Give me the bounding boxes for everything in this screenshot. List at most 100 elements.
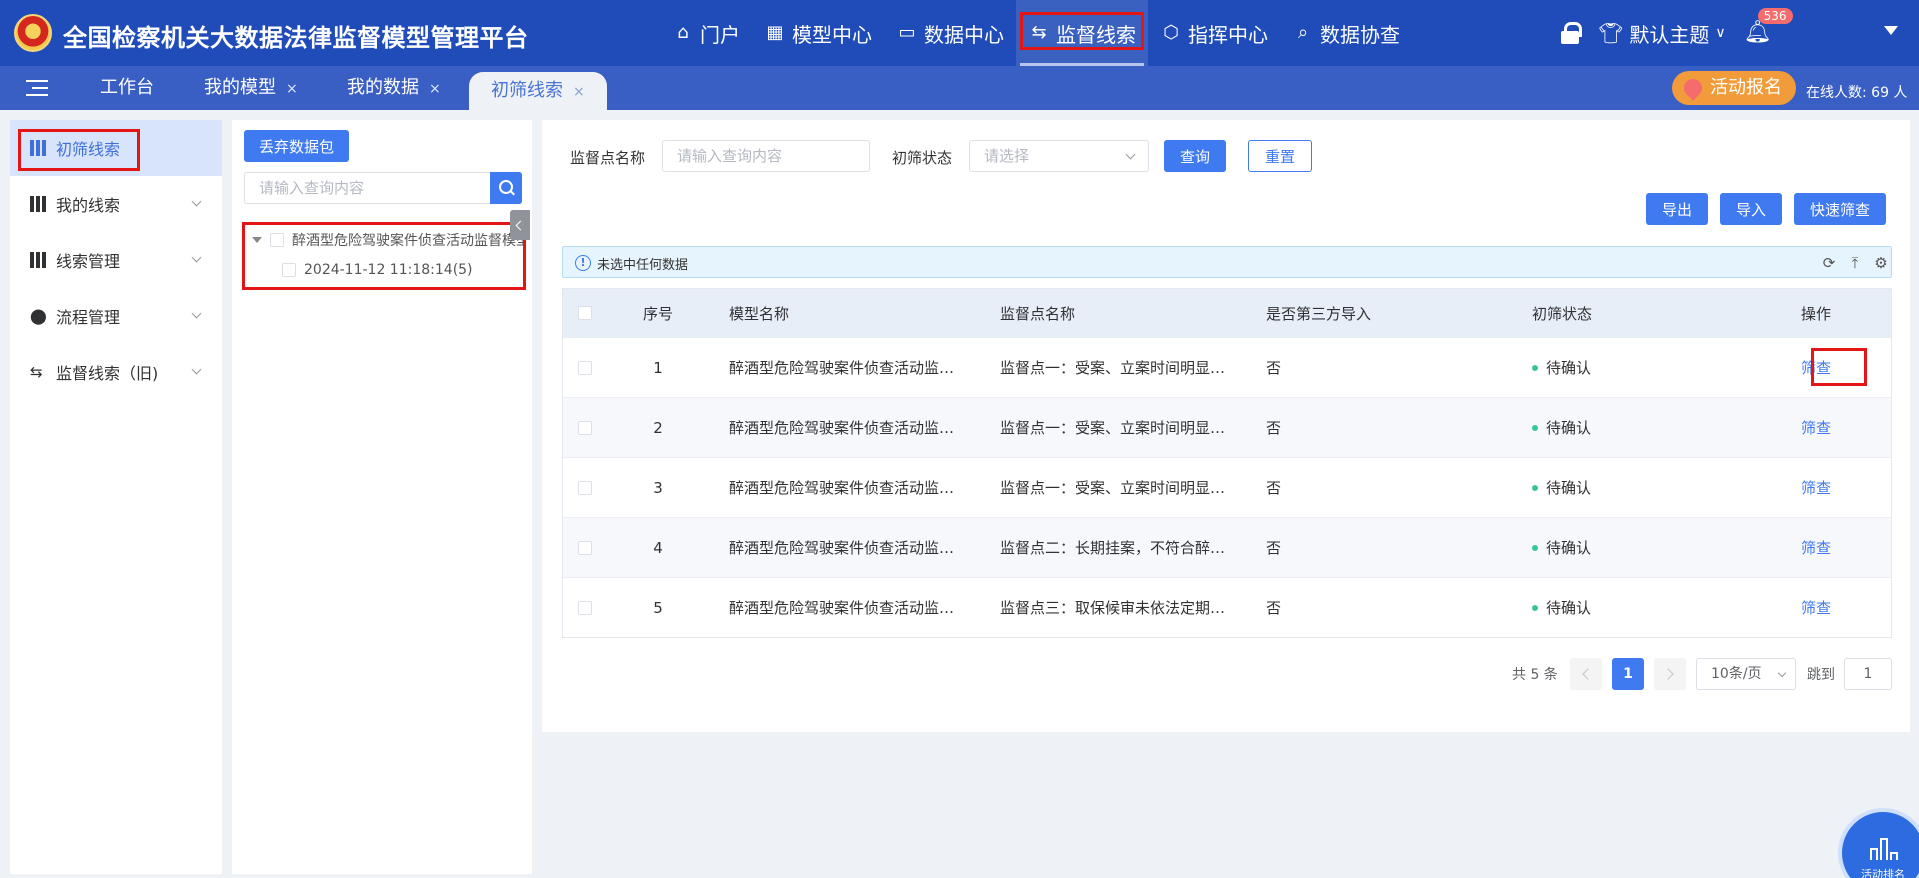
status-dot [1532,364,1538,371]
status-label: 初筛状态 [892,149,953,167]
tree-checkbox[interactable] [282,263,296,277]
emblem-logo [14,14,52,52]
tab-workbench[interactable]: 工作台 [100,66,154,110]
status-dot [1532,604,1538,611]
tree-search-input[interactable] [244,172,490,204]
notification-bell[interactable]: 🔔︎ 536 [1744,8,1793,46]
reset-button[interactable]: 重置 [1248,140,1313,172]
nav-command-center[interactable]: ⬡ 指挥中心 [1148,0,1280,66]
select-all-checkbox[interactable] [578,306,592,320]
sidebar-item-process-management[interactable]: ⬤ 流程管理 [10,288,222,344]
row-status: 待确认 [1532,458,1732,517]
page-1-button[interactable]: 1 [1612,658,1644,690]
lock-icon[interactable] [1560,22,1582,44]
home-icon: ⌂ [677,22,689,43]
gear-icon[interactable]: ⚙ [1873,255,1889,271]
highlight-box [18,129,140,171]
nav-data-center[interactable]: ▭ 数据中心 [884,0,1016,66]
user-menu-caret-icon[interactable] [1884,26,1898,35]
quick-screen-button[interactable]: 快速筛查 [1794,193,1887,225]
sidebar-item-my-clues[interactable]: 我的线索 [10,176,222,232]
point-name-input[interactable] [662,140,870,172]
status-text: 待确认 [1546,419,1592,437]
row-third-party: 否 [1266,359,1282,377]
screen-link[interactable]: 筛查 [1801,477,1831,498]
discard-package-button[interactable]: 丢弃数据包 [244,130,350,162]
page-size-value: 10条/页 [1711,666,1762,682]
row-checkbox[interactable] [578,540,592,555]
sidebar-item-supervision-old[interactable]: ⇆ 监督线索（旧) [10,344,222,400]
status-select[interactable]: 请选择 [969,140,1149,172]
status-text: 待确认 [1546,479,1592,497]
screen-link[interactable]: 筛查 [1801,417,1831,438]
row-checkbox[interactable] [578,360,592,375]
cube-icon: ⬡ [1163,22,1179,43]
row-index: 5 [653,598,663,617]
table-header: 序号 模型名称 监督点名称 是否第三方导入 初筛状态 操作 [563,289,1891,337]
table-row: 4 醉酒型危险驾驶案件侦查活动监… 监督点二：长期挂案，不符合醉… 否 待确认 … [563,517,1891,577]
row-checkbox[interactable] [578,420,592,435]
export-button[interactable]: 导出 [1646,193,1709,225]
activity-signup-button[interactable]: 活动报名 [1672,71,1796,105]
nav-model-center[interactable]: ▦ 模型中心 [752,0,884,66]
query-button[interactable]: 查询 [1164,140,1227,172]
heart-icon [1680,75,1706,101]
theme-selector[interactable]: 👕︎ 默认主题 ∨ [1598,19,1726,48]
activity-ranking-button[interactable]: 活动排名 [1838,808,1919,878]
next-page-icon[interactable] [1654,658,1686,690]
tab-my-data[interactable]: 我的数据 × [347,66,441,110]
column-height-icon[interactable]: ⤒ [1847,255,1863,271]
tree-checkbox[interactable] [270,233,284,247]
refresh-icon[interactable]: ⟳ [1821,255,1837,271]
close-icon[interactable]: × [286,81,298,97]
row-checkbox[interactable] [578,480,592,495]
activity-label: 活动报名 [1710,77,1782,98]
row-point: 监督点一：受案、立案时间明显… [1000,479,1226,497]
row-point: 监督点一：受案、立案时间明显… [1000,419,1226,437]
tree-node-model[interactable]: 醉酒型危险驾驶案件侦查活动监督模型 [242,228,526,252]
highlight-box [1811,348,1867,386]
row-index: 4 [653,538,663,557]
status-text: 待确认 [1546,599,1592,617]
sidebar-item-label: 监督线索（旧) [56,364,159,383]
caret-down-icon[interactable] [252,237,262,243]
tab-my-models[interactable]: 我的模型 × [204,66,298,110]
row-point: 监督点三：取保候审未依法定期… [1000,599,1226,617]
nav-label: 模型中心 [792,22,872,47]
tree-node-label: 醉酒型危险驾驶案件侦查活动监督模型 [292,233,526,249]
search-icon[interactable] [490,172,522,204]
row-third-party: 否 [1266,599,1282,617]
row-index: 3 [653,478,663,497]
row-index: 1 [653,358,663,377]
barcode-icon [30,252,48,268]
ranking-icon [1870,834,1900,860]
jump-page-input[interactable]: 1 [1844,658,1892,690]
close-icon[interactable]: × [429,81,441,97]
nav-portal[interactable]: ⌂ 门户 [660,0,752,66]
prev-page-icon[interactable] [1570,658,1602,690]
sidebar: 初筛线索 我的线索 线索管理 ⬤ 流程管理 ⇆ 监督线索（旧) [10,120,222,874]
import-button[interactable]: 导入 [1720,193,1783,225]
select-all-cell [563,289,607,337]
col-index: 序号 [642,304,673,323]
col-status: 初筛状态 [1532,304,1593,323]
page-size-select[interactable]: 10条/页 [1696,658,1796,690]
close-icon[interactable]: × [573,84,585,100]
table-row: 2 醉酒型危险驾驶案件侦查活动监… 监督点一：受案、立案时间明显… 否 待确认 … [563,397,1891,457]
row-third-party: 否 [1266,479,1282,497]
chevron-down-icon [191,364,202,375]
collapse-panel-icon[interactable] [510,210,530,240]
selection-notice: ! 未选中任何数据 ⟳ ⤒ ⚙ [562,246,1892,278]
screen-link[interactable]: 筛查 [1801,537,1831,558]
sidebar-item-initial-screening[interactable]: 初筛线索 [10,120,222,176]
row-checkbox[interactable] [578,600,592,615]
menu-toggle-icon[interactable] [26,80,48,96]
tab-initial-screening[interactable]: 初筛线索 × [469,72,607,110]
screen-link[interactable]: 筛查 [1801,597,1831,618]
sidebar-item-clue-management[interactable]: 线索管理 [10,232,222,288]
nav-data-assist[interactable]: ⌕ 数据协查 [1280,0,1412,66]
chevron-down-icon [191,308,202,319]
nav-supervision-clues[interactable]: ⇆ 监督线索 [1016,0,1148,66]
tree-node-package[interactable]: 2024-11-12 11:18:14(5) [282,258,473,282]
row-index: 2 [653,418,663,437]
